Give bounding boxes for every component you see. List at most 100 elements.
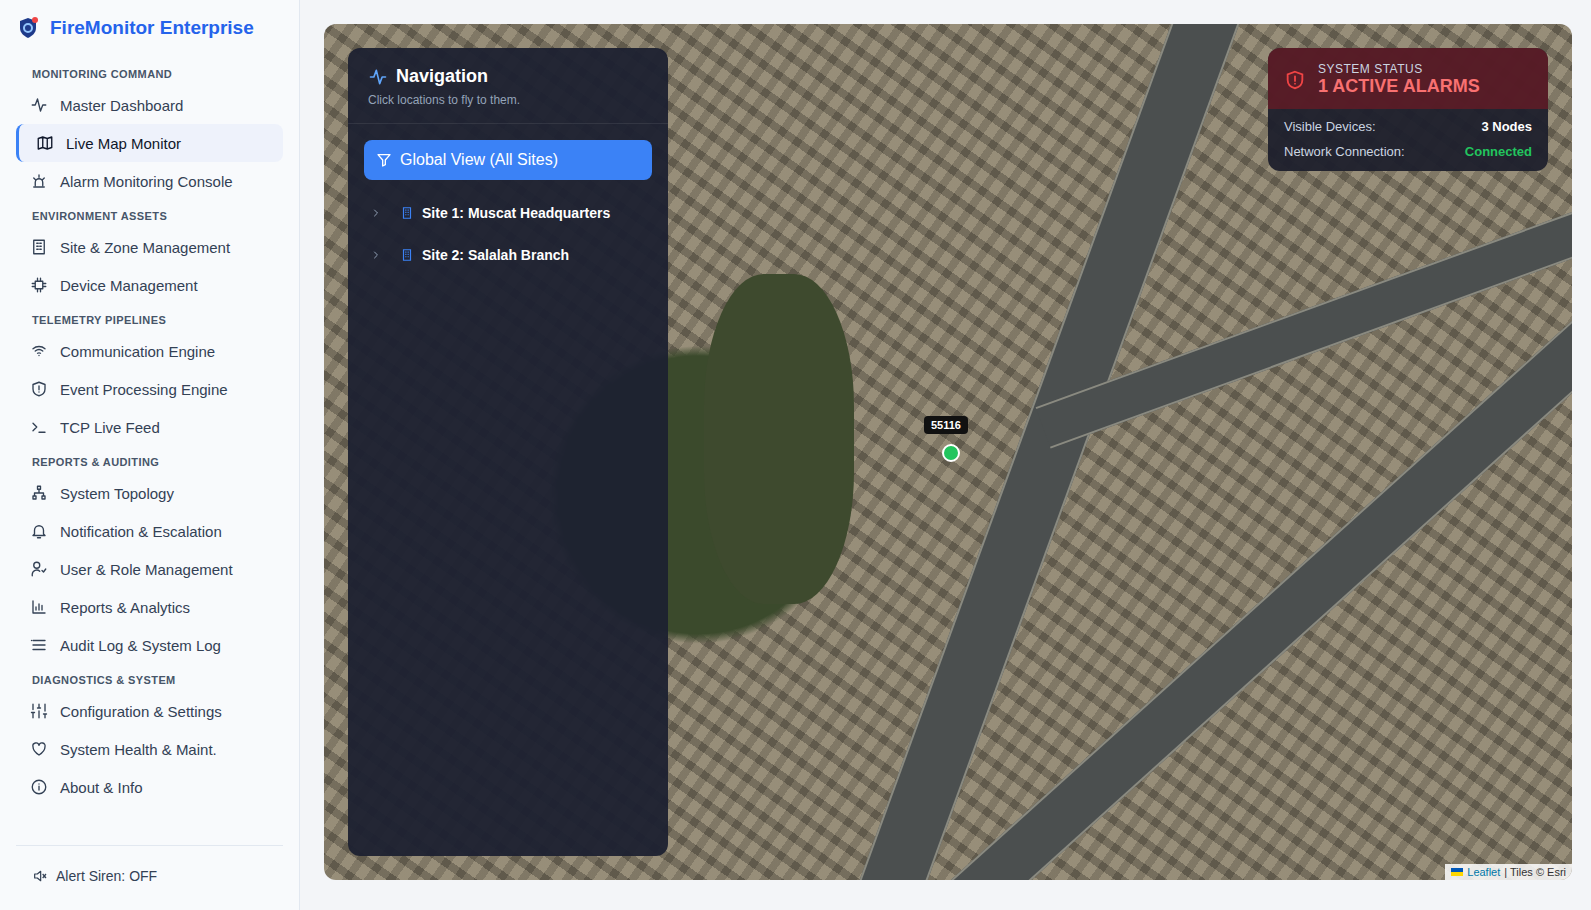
- sidebar-item-label: About & Info: [60, 779, 143, 796]
- sidebar-section: DIAGNOSTICS & SYSTEM Configuration & Sett…: [16, 664, 283, 806]
- app-root: FireMonitor Enterprise MONITORING COMMAND…: [0, 0, 1591, 910]
- sidebar-section: MONITORING COMMAND Master Dashboard Live M…: [16, 58, 283, 200]
- menu-item-icon: [30, 702, 48, 720]
- site-row[interactable]: Site 2: Salalah Branch: [364, 236, 652, 274]
- section-title: TELEMETRY PIPELINES: [16, 304, 283, 332]
- map-road: [838, 24, 1274, 880]
- menu-item-icon: [30, 96, 48, 114]
- alert-siren-toggle[interactable]: Alert Siren: OFF: [16, 845, 283, 910]
- site-row[interactable]: Site 1: Muscat Headquarters: [364, 194, 652, 232]
- menu-item-icon: [30, 276, 48, 294]
- building-icon: [400, 206, 414, 220]
- menu-item-icon: [30, 418, 48, 436]
- system-status-card: SYSTEM STATUS1 ACTIVE ALARMS Visible Devi…: [1268, 48, 1548, 171]
- flag-icon: [1451, 868, 1463, 876]
- sidebar-item[interactable]: System Health & Maint.: [16, 730, 283, 768]
- status-row-label: Network Connection:: [1284, 144, 1405, 159]
- navigation-panel: Navigation Click locations to fly to them…: [348, 48, 668, 856]
- sidebar-item-label: Communication Engine: [60, 343, 215, 360]
- sidebar-item-label: Event Processing Engine: [60, 381, 228, 398]
- section-title: MONITORING COMMAND: [16, 58, 283, 86]
- status-row: Network Connection: Connected: [1284, 144, 1532, 159]
- status-row: Visible Devices: 3 Nodes: [1284, 119, 1532, 134]
- sidebar-item[interactable]: Event Processing Engine: [16, 370, 283, 408]
- status-row-value: Connected: [1465, 144, 1532, 159]
- sidebar-item-label: System Topology: [60, 485, 174, 502]
- sidebar-item-label: Device Management: [60, 277, 198, 294]
- alert-siren-label: Alert Siren: OFF: [56, 868, 157, 884]
- menu-item-icon: [30, 522, 48, 540]
- sidebar-item[interactable]: Configuration & Settings: [16, 692, 283, 730]
- sidebar-item-label: Site & Zone Management: [60, 239, 230, 256]
- global-view-button[interactable]: Global View (All Sites): [364, 140, 652, 180]
- speaker-muted-icon: [32, 868, 48, 884]
- sidebar-nav: MONITORING COMMAND Master Dashboard Live M…: [16, 58, 283, 845]
- shield-alert-icon: [1284, 69, 1306, 91]
- navigation-subtitle: Click locations to fly to them.: [368, 93, 648, 107]
- sidebar-item[interactable]: TCP Live Feed: [16, 408, 283, 446]
- filter-icon: [376, 152, 392, 168]
- sidebar-item[interactable]: Communication Engine: [16, 332, 283, 370]
- menu-item-icon: [30, 740, 48, 758]
- menu-item-icon: [30, 484, 48, 502]
- sidebar-item[interactable]: Site & Zone Management: [16, 228, 283, 266]
- building-icon: [400, 248, 414, 262]
- status-row-value: 3 Nodes: [1481, 119, 1532, 134]
- sidebar-section: ENVIRONMENT ASSETS Site & Zone Management…: [16, 200, 283, 304]
- status-heading: SYSTEM STATUS: [1318, 62, 1480, 76]
- sidebar-section: TELEMETRY PIPELINES Communication Engine E…: [16, 304, 283, 446]
- map-attribution: Leaflet | Tiles © Esri: [1445, 864, 1572, 880]
- brand-name: FireMonitor Enterprise: [50, 17, 254, 39]
- site-label: Site 1: Muscat Headquarters: [422, 205, 610, 221]
- section-title: REPORTS & AUDITING: [16, 446, 283, 474]
- active-alarms-count: 1 ACTIVE ALARMS: [1318, 76, 1480, 97]
- sidebar-item[interactable]: Master Dashboard: [16, 86, 283, 124]
- leaflet-link[interactable]: Leaflet: [1467, 866, 1500, 878]
- sidebar-item-label: Alarm Monitoring Console: [60, 173, 233, 190]
- chevron-icon: [370, 207, 382, 219]
- sidebar-item[interactable]: Live Map Monitor: [16, 124, 283, 162]
- sidebar-item-label: Audit Log & System Log: [60, 637, 221, 654]
- shield-logo-icon: [16, 16, 40, 40]
- map-park: [704, 274, 854, 604]
- sidebar-item[interactable]: System Topology: [16, 474, 283, 512]
- section-title: DIAGNOSTICS & SYSTEM: [16, 664, 283, 692]
- status-row-label: Visible Devices:: [1284, 119, 1376, 134]
- menu-item-icon: [30, 342, 48, 360]
- menu-item-icon: [30, 778, 48, 796]
- sidebar-item[interactable]: About & Info: [16, 768, 283, 806]
- tiles-credit: | Tiles © Esri: [1504, 866, 1566, 878]
- menu-item-icon: [30, 636, 48, 654]
- global-view-label: Global View (All Sites): [400, 151, 558, 169]
- sidebar-item-label: Notification & Escalation: [60, 523, 222, 540]
- navigation-title: Navigation: [396, 66, 488, 87]
- menu-item-icon: [30, 598, 48, 616]
- marker-label: 55116: [924, 416, 968, 434]
- menu-item-icon: [30, 238, 48, 256]
- map[interactable]: 55116 Navigation Click locations to fly to…: [324, 24, 1572, 880]
- sidebar-item[interactable]: Alarm Monitoring Console: [16, 162, 283, 200]
- navigation-header: Navigation Click locations to fly to them…: [348, 48, 668, 124]
- site-label: Site 2: Salalah Branch: [422, 247, 569, 263]
- brand[interactable]: FireMonitor Enterprise: [16, 0, 283, 58]
- sidebar-item[interactable]: Device Management: [16, 266, 283, 304]
- sidebar-item[interactable]: Audit Log & System Log: [16, 626, 283, 664]
- menu-item-icon: [30, 172, 48, 190]
- section-title: ENVIRONMENT ASSETS: [16, 200, 283, 228]
- activity-icon: [368, 67, 388, 87]
- sidebar-item-label: Live Map Monitor: [66, 135, 181, 152]
- sidebar-item-label: User & Role Management: [60, 561, 233, 578]
- sidebar-item-label: System Health & Maint.: [60, 741, 217, 758]
- sidebar: FireMonitor Enterprise MONITORING COMMAND…: [0, 0, 300, 910]
- sidebar-item[interactable]: User & Role Management: [16, 550, 283, 588]
- menu-item-icon: [36, 134, 54, 152]
- menu-item-icon: [30, 380, 48, 398]
- sidebar-item-label: Master Dashboard: [60, 97, 183, 114]
- sidebar-item-label: Reports & Analytics: [60, 599, 190, 616]
- sidebar-item[interactable]: Reports & Analytics: [16, 588, 283, 626]
- device-marker[interactable]: [942, 444, 960, 462]
- chevron-icon: [370, 249, 382, 261]
- sidebar-item-label: Configuration & Settings: [60, 703, 222, 720]
- menu-item-icon: [30, 560, 48, 578]
- sidebar-item[interactable]: Notification & Escalation: [16, 512, 283, 550]
